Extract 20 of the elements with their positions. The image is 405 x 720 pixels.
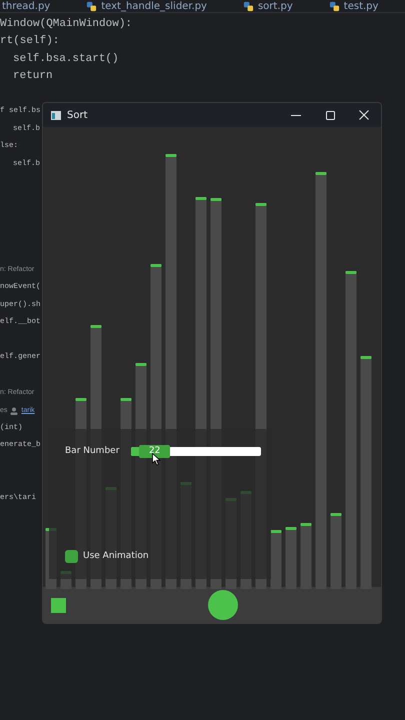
code-line: Window(QMainWindow): [0,16,132,32]
stop-button[interactable] [51,598,66,612]
slider-label: Bar Number [65,445,120,458]
maximize-icon [326,110,334,120]
editor-tab[interactable]: test.py [328,1,378,12]
window-title: Sort [67,108,88,122]
checkbox[interactable] [65,550,78,563]
cursor-icon [152,453,162,466]
code-line: rt(self): [0,34,60,50]
start-button[interactable] [208,590,238,620]
code-line: self.bsa.start() [13,52,119,67]
close-icon [359,110,369,120]
editor-tab[interactable]: sort.py [242,1,293,12]
minimize-icon [291,114,301,116]
editor-tab[interactable]: thread.py [2,1,50,12]
editor-tab[interactable]: text_handle_slider.py [86,1,207,12]
checkbox-label: Use Animation [83,550,149,562]
app-icon [51,110,61,120]
person-icon [10,406,18,415]
code-line: return [13,69,53,84]
